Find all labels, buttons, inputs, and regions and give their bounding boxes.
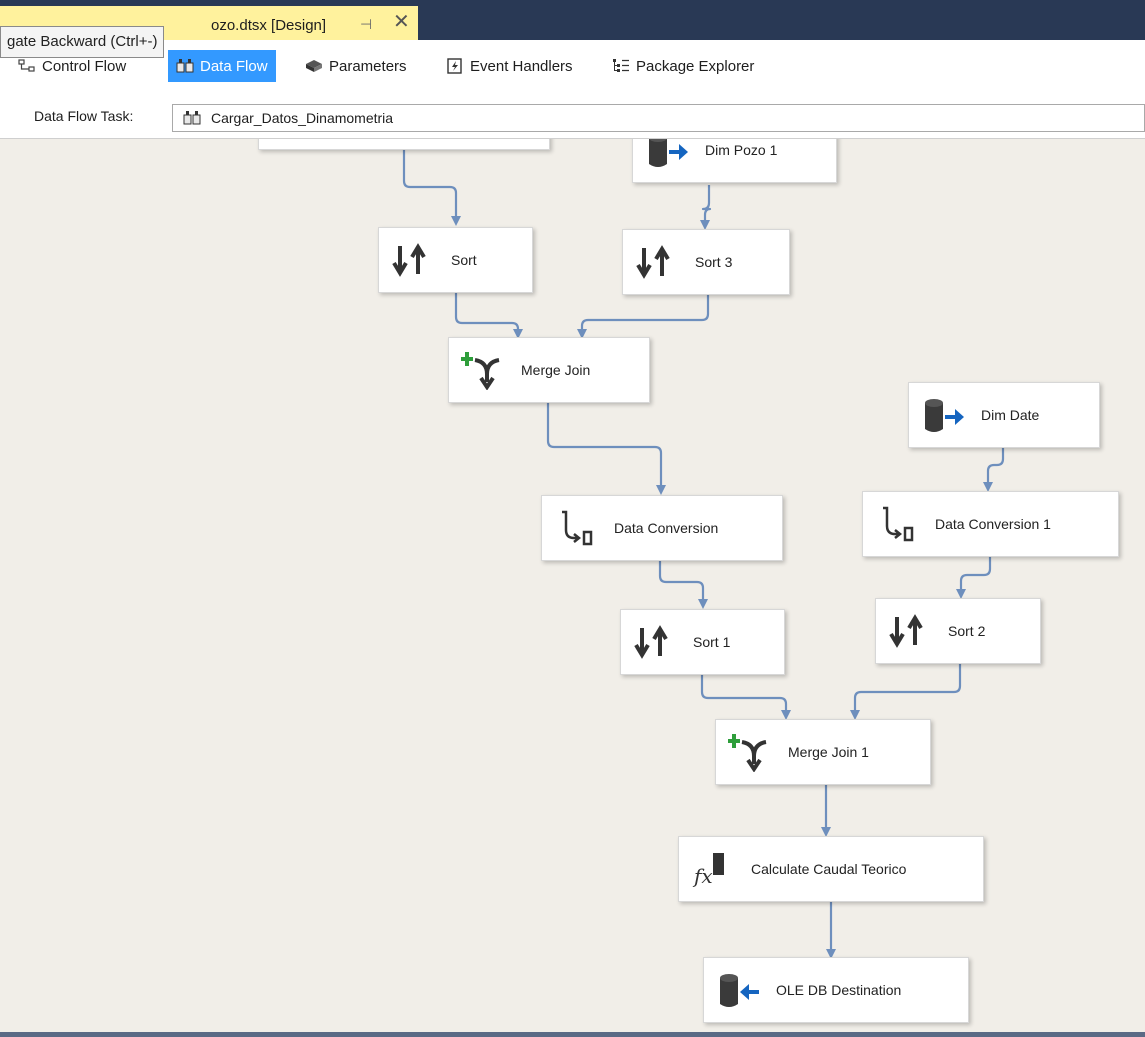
document-tab-title: ozo.dtsx [Design] xyxy=(211,17,327,34)
connector-merge-to-conversion xyxy=(546,401,666,495)
connector-conversion1-to-sort2 xyxy=(956,553,992,599)
node-label: Dim Pozo 1 xyxy=(705,142,778,158)
node-label: Sort xyxy=(451,252,477,268)
close-icon[interactable]: ✕ xyxy=(393,12,410,32)
node-dim-date[interactable]: Dim Date xyxy=(908,382,1100,448)
event-handlers-icon xyxy=(447,58,462,74)
connector-sort-to-merge xyxy=(454,292,523,339)
connector-sort3-to-merge xyxy=(577,294,710,339)
node-data-conversion[interactable]: Data Conversion xyxy=(541,495,783,561)
tooltip: gate Backward (Ctrl+-) xyxy=(0,26,165,58)
connector-to-sort xyxy=(402,149,461,226)
connector-dimdate-to-conversion1 xyxy=(983,447,1005,492)
design-canvas[interactable]: Dim Pozo 1 Sort Sort 3 Merge Join Dim Da… xyxy=(0,139,1145,1032)
node-label: Sort 3 xyxy=(695,254,733,270)
tab-label: Data Flow xyxy=(200,57,268,75)
connector-sort1-to-mergejoin1 xyxy=(700,674,791,720)
node-label: Sort 2 xyxy=(948,623,986,639)
sort-icon xyxy=(884,611,938,651)
node-merge-join[interactable]: Merge Join xyxy=(448,337,650,403)
connector-to-sort-3 xyxy=(700,185,712,230)
tab-package-explorer[interactable]: Package Explorer xyxy=(612,50,754,82)
data-conversion-icon xyxy=(871,504,925,544)
data-conversion-icon xyxy=(550,508,604,548)
merge-join-icon xyxy=(457,350,511,390)
node-label: Merge Join 1 xyxy=(788,744,869,760)
pin-icon[interactable]: ⊣ xyxy=(360,16,372,33)
tab-label: Event Handlers xyxy=(470,57,573,75)
package-explorer-icon xyxy=(613,59,629,72)
node-data-conversion-1[interactable]: Data Conversion 1 xyxy=(862,491,1119,557)
node-sort-1[interactable]: Sort 1 xyxy=(620,609,785,675)
node-label: OLE DB Destination xyxy=(776,982,902,998)
source-icon xyxy=(917,395,971,435)
node-sort-3[interactable]: Sort 3 xyxy=(622,229,790,295)
parameters-icon xyxy=(306,60,322,72)
destination-icon xyxy=(712,970,766,1010)
upper-source-node[interactable] xyxy=(258,139,550,150)
connector-conversion-to-sort1 xyxy=(658,560,708,609)
node-ole-db-destination[interactable]: OLE DB Destination xyxy=(703,957,969,1023)
node-label: Sort 1 xyxy=(693,634,731,650)
connector-sort2-to-mergejoin1 xyxy=(850,661,962,720)
data-flow-icon xyxy=(176,59,194,73)
control-flow-icon xyxy=(18,59,35,72)
task-label: Data Flow Task: xyxy=(34,108,134,124)
node-label: Data Conversion xyxy=(614,520,719,536)
tab-label: Package Explorer xyxy=(636,57,755,75)
node-label: Dim Date xyxy=(981,407,1040,423)
sort-icon xyxy=(631,242,685,282)
merge-join-icon xyxy=(724,732,778,772)
svg-text:fx: fx xyxy=(692,864,713,888)
tab-label: Control Flow xyxy=(42,57,127,75)
data-flow-task-select[interactable]: Cargar_Datos_Dinamometria xyxy=(172,104,1145,132)
bottom-border xyxy=(0,1032,1145,1037)
node-calculate-caudal-teorico[interactable]: fx Calculate Caudal Teorico xyxy=(678,836,984,902)
sort-icon xyxy=(387,240,441,280)
tab-parameters[interactable]: Parameters xyxy=(305,50,407,82)
data-flow-task-icon xyxy=(183,111,201,125)
derived-column-icon: fx xyxy=(687,849,741,889)
tab-label: Parameters xyxy=(329,57,407,75)
tab-data-flow[interactable]: Data Flow xyxy=(168,50,276,82)
node-sort[interactable]: Sort xyxy=(378,227,533,293)
node-dim-pozo-1[interactable]: Dim Pozo 1 xyxy=(632,139,837,183)
sort-icon xyxy=(629,622,683,662)
tab-event-handlers[interactable]: Event Handlers xyxy=(446,50,573,82)
node-sort-2[interactable]: Sort 2 xyxy=(875,598,1041,664)
task-value: Cargar_Datos_Dinamometria xyxy=(211,110,394,126)
node-label: Calculate Caudal Teorico xyxy=(751,861,907,877)
node-merge-join-1[interactable]: Merge Join 1 xyxy=(715,719,931,785)
source-icon xyxy=(641,139,695,170)
node-label: Data Conversion 1 xyxy=(935,516,1051,532)
node-label: Merge Join xyxy=(521,362,591,378)
